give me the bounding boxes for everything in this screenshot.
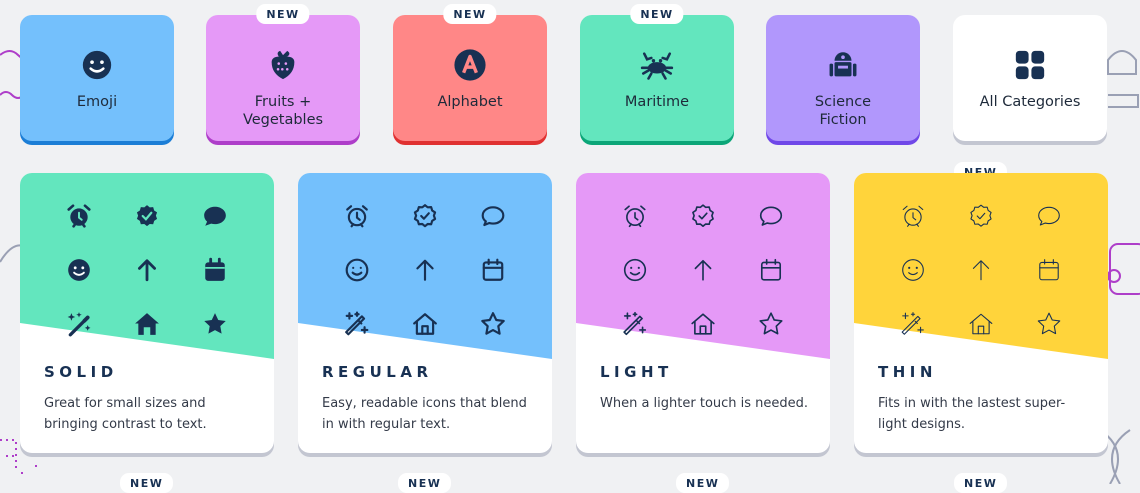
- star-icon: [758, 311, 784, 337]
- arrow-up-icon: [412, 257, 438, 283]
- robot-icon: [823, 45, 863, 85]
- grid-icon: [1010, 45, 1050, 85]
- category-label: Science Fiction: [814, 94, 872, 128]
- style-card-regular[interactable]: REGULAR Easy, readable icons that blend i…: [298, 173, 552, 453]
- style-description: When a lighter touch is needed.: [600, 396, 809, 411]
- crab-icon: [637, 45, 677, 85]
- icon-preview-grid: [900, 203, 1084, 353]
- new-badge: NEW: [398, 473, 452, 493]
- calendar-icon: [758, 257, 784, 283]
- style-title: REGULAR: [322, 363, 433, 381]
- alarm-clock-icon: [344, 203, 370, 229]
- new-badge: NEW: [954, 473, 1008, 493]
- alarm-clock-icon: [66, 203, 92, 229]
- strawberry-icon: [263, 45, 303, 85]
- wand-sparkles-icon: [66, 311, 92, 337]
- new-badge: NEW: [120, 473, 174, 493]
- icon-preview-grid: [66, 203, 250, 353]
- new-badge: NEW: [676, 473, 730, 493]
- calendar-icon: [480, 257, 506, 283]
- category-label: Fruits + Vegetables: [242, 94, 324, 128]
- wand-sparkles-icon: [900, 311, 926, 337]
- style-description: Fits in with the lastest super-light des…: [878, 396, 1066, 432]
- arrow-up-icon: [134, 257, 160, 283]
- face-smile-icon: [622, 257, 648, 283]
- new-badge: NEW: [630, 4, 684, 24]
- calendar-icon: [1036, 257, 1062, 283]
- house-icon: [690, 311, 716, 337]
- icon-preview-grid: [622, 203, 806, 353]
- comment-icon: [758, 203, 784, 229]
- arrow-up-icon: [690, 257, 716, 283]
- style-description: Easy, readable icons that blend in with …: [322, 396, 527, 432]
- category-fruits-vegetables[interactable]: NEW Fruits + Vegetables: [206, 4, 360, 141]
- new-badge: NEW: [256, 4, 310, 24]
- category-label: Alphabet: [437, 94, 503, 110]
- style-title: LIGHT: [600, 363, 673, 381]
- arrow-up-icon: [968, 257, 994, 283]
- category-emoji[interactable]: Emoji: [20, 15, 174, 141]
- style-title: THIN: [878, 363, 937, 381]
- circle-a-icon: [450, 45, 490, 85]
- alarm-clock-icon: [622, 203, 648, 229]
- style-card-light[interactable]: LIGHT When a lighter touch is needed.: [576, 173, 830, 453]
- house-icon: [968, 311, 994, 337]
- category-science-fiction[interactable]: Science Fiction: [766, 15, 920, 141]
- star-icon: [202, 311, 228, 337]
- icon-preview-grid: [344, 203, 528, 353]
- badge-check-icon: [412, 203, 438, 229]
- category-all-categories[interactable]: All Categories: [953, 15, 1107, 141]
- category-alphabet[interactable]: NEW Alphabet: [393, 4, 547, 141]
- badge-check-icon: [690, 203, 716, 229]
- comment-icon: [1036, 203, 1062, 229]
- wand-sparkles-icon: [622, 311, 648, 337]
- style-card-thin[interactable]: THIN Fits in with the lastest super-light…: [854, 173, 1108, 453]
- category-label: Emoji: [76, 94, 118, 110]
- comment-icon: [480, 203, 506, 229]
- style-title: SOLID: [44, 363, 118, 381]
- face-smile-icon: [900, 257, 926, 283]
- face-smile-icon: [77, 45, 117, 85]
- house-icon: [134, 311, 160, 337]
- alarm-clock-icon: [900, 203, 926, 229]
- style-card-solid[interactable]: SOLID Great for small sizes and bringing …: [20, 173, 274, 453]
- wand-sparkles-icon: [344, 311, 370, 337]
- badge-check-icon: [968, 203, 994, 229]
- star-icon: [1036, 311, 1062, 337]
- star-icon: [480, 311, 506, 337]
- house-icon: [412, 311, 438, 337]
- category-label: All Categories: [979, 94, 1081, 110]
- comment-icon: [202, 203, 228, 229]
- face-smile-icon: [344, 257, 370, 283]
- face-smile-icon: [66, 257, 92, 283]
- calendar-icon: [202, 257, 228, 283]
- badge-check-icon: [134, 203, 160, 229]
- category-label: Maritime: [624, 94, 690, 110]
- category-maritime[interactable]: NEW Maritime: [580, 4, 734, 141]
- new-badge: NEW: [443, 4, 497, 24]
- style-description: Great for small sizes and bringing contr…: [44, 396, 207, 432]
